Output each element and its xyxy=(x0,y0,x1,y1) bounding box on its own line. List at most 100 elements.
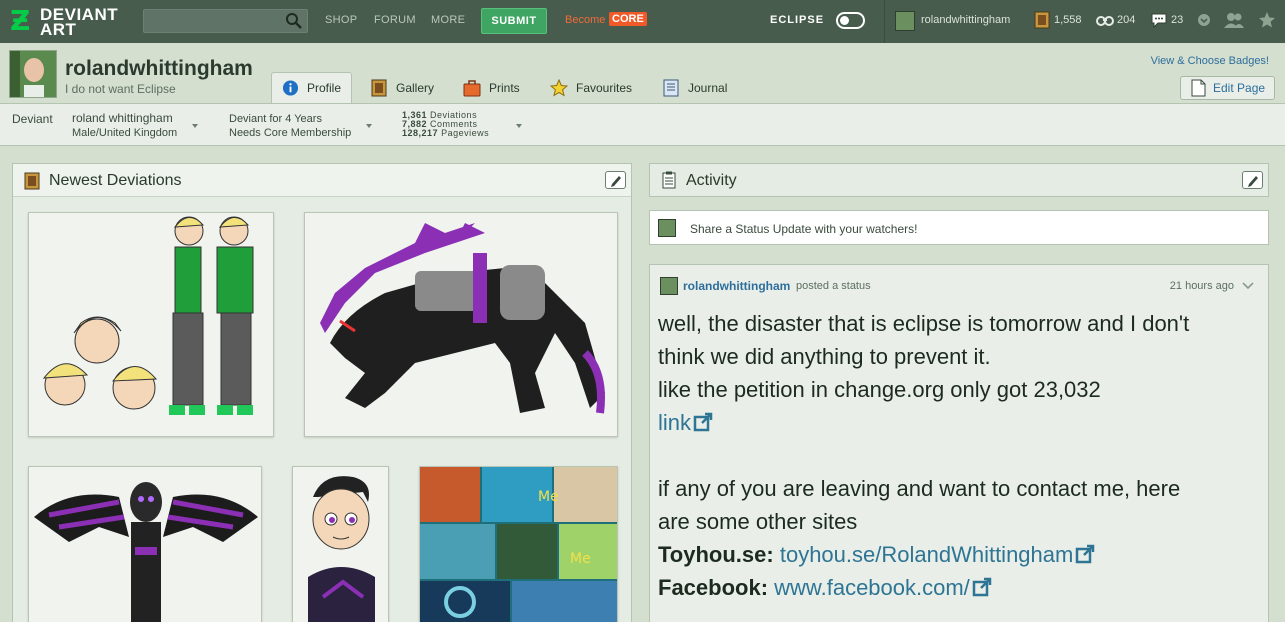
post-timestamp[interactable]: 21 hours ago xyxy=(1170,280,1234,292)
location: Male/United Kingdom xyxy=(72,127,178,139)
star-icon xyxy=(550,78,568,97)
panel-header: Newest Deviations xyxy=(13,164,631,197)
eclipse-toggle[interactable] xyxy=(836,12,865,29)
profile-avatar[interactable] xyxy=(9,50,57,98)
membership: Needs Core Membership xyxy=(229,127,352,139)
newest-deviations-panel: Newest Deviations Me Me xyxy=(12,163,632,622)
profile-info-bar: Deviant roland whittingham Male/United K… xyxy=(0,103,1285,146)
tab-gallery[interactable]: Gallery xyxy=(360,72,434,103)
star-icon[interactable] xyxy=(1258,11,1276,29)
deviation-thumbnail[interactable]: Me Me xyxy=(419,466,618,622)
newest-deviations-title: Newest Deviations xyxy=(49,172,182,189)
avatar-image xyxy=(10,51,56,97)
pageviews-stat: 128,217 Pageviews xyxy=(402,129,489,138)
user-avatar-small[interactable] xyxy=(895,11,915,31)
petition-link[interactable]: link xyxy=(658,410,691,435)
submit-button[interactable]: SUBMIT xyxy=(481,8,547,34)
status-post: rolandwhittingham posted a status 21 hou… xyxy=(649,264,1269,622)
post-line: think we did anything to prevent it. xyxy=(658,344,991,369)
tenure: Deviant for 4 Years xyxy=(229,113,322,125)
top-navigation-bar: Ƶ DEVIANT ART SHOP FORUM MORE SUBMIT Bec… xyxy=(0,0,1285,43)
edit-pencil-button[interactable] xyxy=(605,171,626,189)
chevron-down-icon[interactable] xyxy=(516,124,522,128)
logo-word-art: ART xyxy=(40,20,77,39)
post-line: like the petition in change.org only got… xyxy=(658,377,1101,402)
tab-profile-label: Profile xyxy=(306,81,341,95)
tab-journal-label: Journal xyxy=(688,80,728,95)
edit-page-button[interactable]: Edit Page xyxy=(1180,76,1275,100)
topbar-divider xyxy=(884,0,885,43)
pencil-icon xyxy=(611,176,621,187)
tab-profile[interactable]: Profile xyxy=(271,72,352,103)
deviantart-logo-icon: Ƶ xyxy=(10,4,31,37)
watchers-icon[interactable] xyxy=(1096,11,1114,29)
journal-icon xyxy=(663,79,679,96)
nav-more-link[interactable]: MORE xyxy=(431,14,465,26)
status-update-input[interactable]: Share a Status Update with your watchers… xyxy=(649,210,1269,245)
svg-text:Me: Me xyxy=(538,489,559,505)
post-body: well, the disaster that is eclipse is to… xyxy=(658,307,1258,604)
become-core-link[interactable]: Become xyxy=(565,14,605,26)
topbar-username[interactable]: rolandwhittingham xyxy=(921,14,1010,26)
edit-pencil-button[interactable] xyxy=(1242,171,1263,189)
search-input[interactable] xyxy=(143,9,308,33)
nav-shop-link[interactable]: SHOP xyxy=(325,14,357,26)
deviation-image xyxy=(293,467,388,622)
figure-2 xyxy=(216,216,254,415)
deviation-image: Me Me xyxy=(420,467,617,622)
edit-page-label: Edit Page xyxy=(1213,81,1266,95)
svg-text:Me: Me xyxy=(570,551,591,567)
deviation-thumbnail[interactable] xyxy=(28,212,274,437)
tab-favourites-label: Favourites xyxy=(576,80,633,95)
toyhouse-label: Toyhou.se: xyxy=(658,542,774,567)
tab-favourites[interactable]: Favourites xyxy=(540,72,632,103)
toggle-knob xyxy=(840,16,849,25)
avatar[interactable] xyxy=(660,277,678,295)
post-line: well, the disaster that is eclipse is to… xyxy=(658,311,1190,336)
facebook-link[interactable]: www.facebook.com/ xyxy=(774,575,970,600)
deviation-thumbnail[interactable] xyxy=(28,466,262,622)
deviations-icon[interactable] xyxy=(1033,11,1051,29)
chevron-down-icon[interactable] xyxy=(1195,11,1213,29)
deviation-thumbnail[interactable] xyxy=(292,466,389,622)
deviations-count[interactable]: 1,558 xyxy=(1054,14,1082,26)
toyhouse-line: Toyhou.se: toyhou.se/RolandWhittingham xyxy=(658,538,1258,571)
core-badge[interactable]: CORE xyxy=(609,12,647,26)
profile-username[interactable]: rolandwhittingham xyxy=(65,57,253,81)
post-username[interactable]: rolandwhittingham xyxy=(683,279,790,293)
tab-prints-label: Prints xyxy=(489,80,520,95)
prints-icon xyxy=(463,79,481,96)
gallery-icon xyxy=(371,79,387,96)
facebook-label: Facebook: xyxy=(658,575,769,600)
page-icon xyxy=(1191,79,1206,97)
external-link-icon xyxy=(1076,544,1095,564)
chevron-down-icon[interactable] xyxy=(192,124,198,128)
comments-icon[interactable] xyxy=(1150,11,1168,29)
deviation-image xyxy=(29,213,273,436)
pageviews-stat-count: 128,217 xyxy=(402,128,439,138)
toyhouse-link[interactable]: toyhou.se/RolandWhittingham xyxy=(780,542,1074,567)
external-link-icon xyxy=(972,577,992,597)
comments-count[interactable]: 23 xyxy=(1171,14,1183,26)
tab-prints[interactable]: Prints xyxy=(453,72,520,103)
tab-journal[interactable]: Journal xyxy=(652,72,727,103)
choose-badges-link[interactable]: View & Choose Badges! xyxy=(1151,55,1269,67)
chevron-down-icon[interactable] xyxy=(1242,281,1254,291)
post-line: are some other sites xyxy=(658,509,858,534)
external-link-icon xyxy=(693,412,713,432)
deviation-image xyxy=(305,213,617,436)
clipboard-icon xyxy=(662,171,676,189)
deviation-image xyxy=(29,467,261,622)
friends-icon[interactable] xyxy=(1223,11,1245,29)
nav-forum-link[interactable]: FORUM xyxy=(374,14,416,26)
eclipse-label: ECLIPSE xyxy=(770,14,825,26)
member-type: Deviant xyxy=(12,112,53,126)
chevron-down-icon[interactable] xyxy=(366,124,372,128)
activity-panel-header: Activity xyxy=(649,163,1269,197)
pencil-icon xyxy=(1248,176,1258,187)
watchers-count[interactable]: 204 xyxy=(1117,14,1135,26)
search-icon[interactable] xyxy=(285,12,303,30)
deviantart-logo[interactable]: Ƶ DEVIANT ART xyxy=(10,4,122,39)
facebook-line: Facebook: www.facebook.com/ xyxy=(658,571,1258,604)
deviation-thumbnail[interactable] xyxy=(304,212,618,437)
